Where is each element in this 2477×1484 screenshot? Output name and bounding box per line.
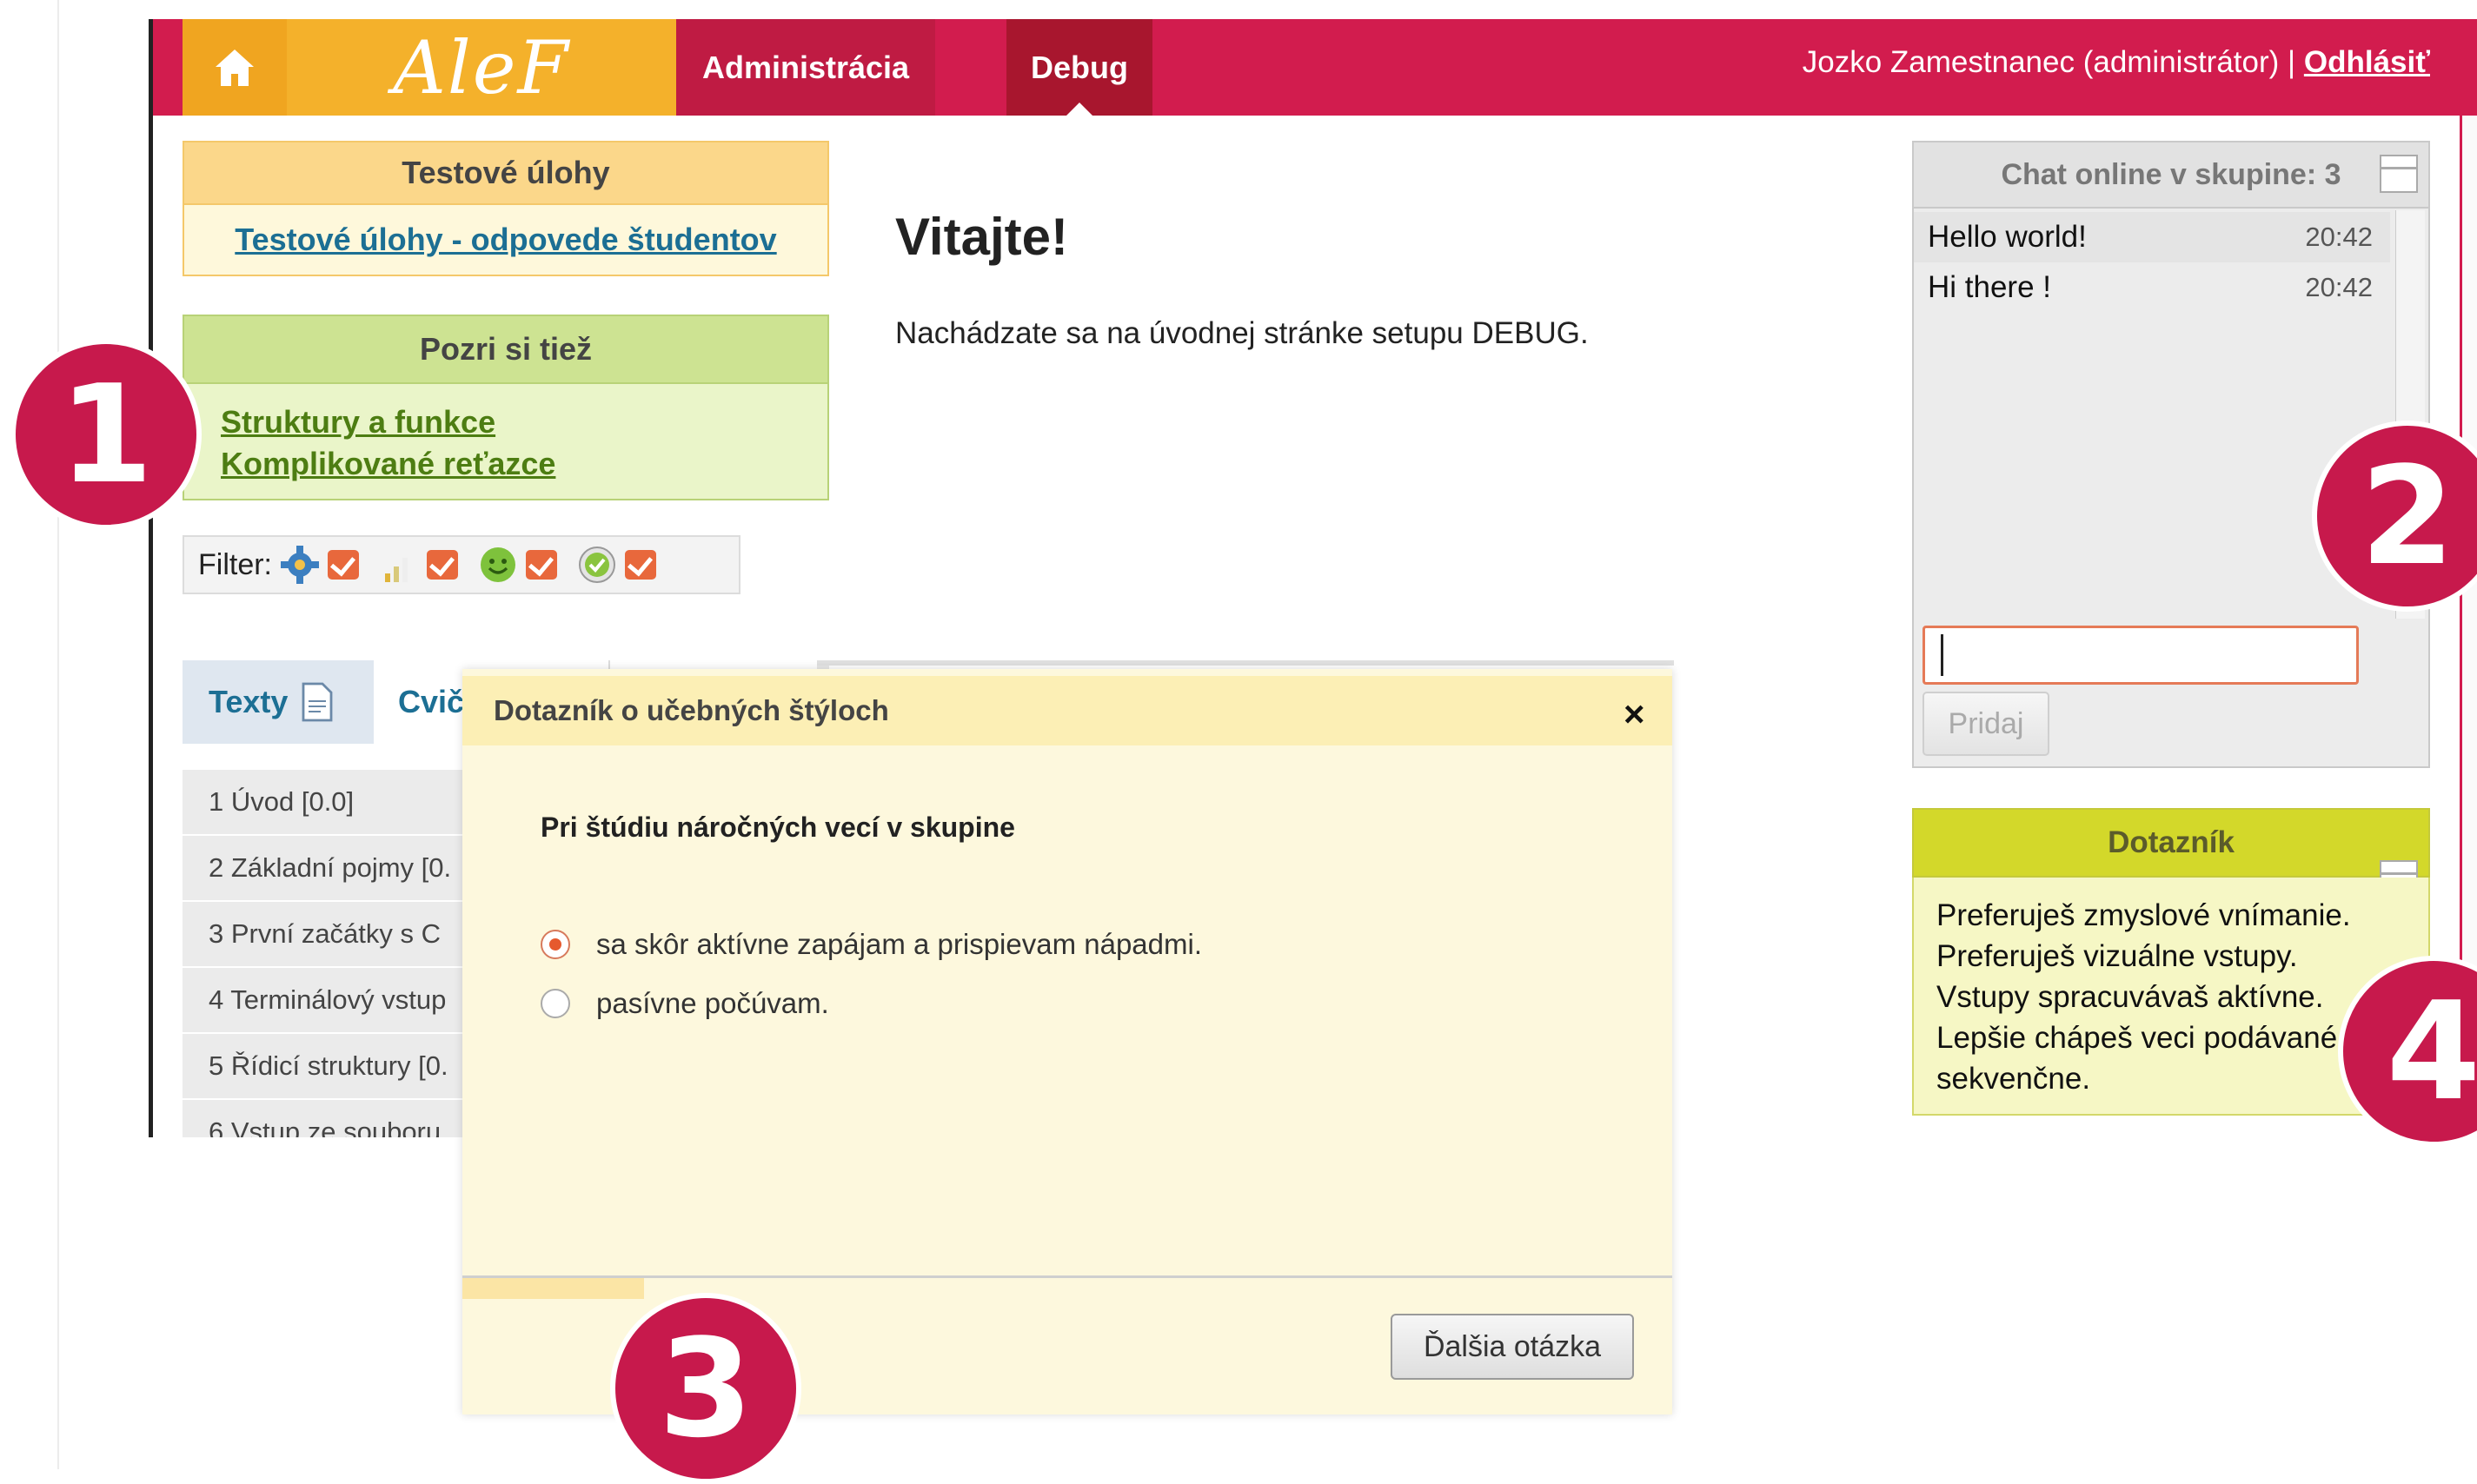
- radio-button-selected[interactable]: [541, 930, 570, 959]
- list-item[interactable]: 6 Vstup ze souboru: [183, 1098, 469, 1137]
- list-item[interactable]: 5 Řídicí struktury [0.: [183, 1032, 469, 1098]
- chat-message-time: 20:42: [2305, 222, 2373, 252]
- result-line: Preferuješ vizuálne vstupy.: [1936, 939, 2298, 973]
- text-caret: [1941, 634, 1943, 676]
- tab-texty-label: Texty: [209, 684, 289, 719]
- list-item[interactable]: 1 Úvod [0.0]: [183, 768, 469, 834]
- filter-checkbox-exercises[interactable]: [328, 550, 359, 580]
- questionnaire-panel-title-text: Dotazník: [2108, 825, 2235, 859]
- filter-checkbox-mood[interactable]: [526, 550, 557, 580]
- answer-label: pasívne počúvam.: [596, 987, 829, 1019]
- see-also-title: Pozri si tiež: [183, 315, 829, 384]
- chat-title-text: Chat online v skupine: 3: [2001, 157, 2341, 191]
- see-also-link-structures[interactable]: Struktury a funkce: [221, 401, 827, 443]
- chat-input[interactable]: [1922, 626, 2359, 685]
- next-question-button[interactable]: Ďalšia otázka: [1391, 1314, 1634, 1380]
- chat-title: Chat online v skupine: 3: [1912, 141, 2430, 209]
- filter-checkbox-difficulty[interactable]: [427, 550, 458, 580]
- filter-bar: Filter:: [183, 535, 740, 594]
- logo-link[interactable]: AleF: [287, 19, 676, 116]
- questionnaire-dialog: [462, 669, 1672, 1414]
- page-border: [57, 0, 59, 1469]
- filter-checkbox-done[interactable]: [625, 550, 656, 580]
- radio-button[interactable]: [541, 989, 570, 1018]
- logout-link[interactable]: Odhlásiť: [2304, 45, 2430, 79]
- list-item[interactable]: 3 První začátky s C: [183, 900, 469, 966]
- close-icon[interactable]: ×: [1624, 693, 1645, 735]
- user-name: Jozko Zamestnanec (administrátor) |: [1802, 45, 2296, 79]
- chat-send-button[interactable]: Pridaj: [1922, 692, 2049, 756]
- filter-label: Filter:: [198, 547, 272, 581]
- tasks-box: Testové úlohy - odpovede študentov: [183, 205, 829, 276]
- tasks-answers-link[interactable]: Testové úlohy - odpovede študentov: [235, 222, 776, 258]
- see-also-box: Struktury a funkce Komplikované reťazce: [183, 384, 829, 500]
- callout-badge-1: 1: [10, 339, 202, 530]
- list-item[interactable]: 4 Terminálový vstup: [183, 966, 469, 1032]
- gear-icon: [281, 546, 319, 584]
- questionnaire-progress-bar: [462, 1278, 644, 1299]
- nav-debug[interactable]: Debug: [1006, 19, 1152, 116]
- list-item[interactable]: 2 Základní pojmy [0.: [183, 834, 469, 900]
- chat-message: Hi there ! 20:42: [1914, 262, 2390, 313]
- result-line: Vstupy spracuvávaš aktívne.: [1936, 980, 2324, 1014]
- result-line: Preferuješ zmyslové vnímanie.: [1936, 898, 2351, 932]
- dialog-title: Dotazník o učebných štýloch: [462, 676, 1672, 745]
- document-icon: [302, 682, 333, 722]
- chat-message: Hello world! 20:42: [1914, 212, 2390, 262]
- app-logo: AleF: [393, 24, 570, 110]
- smiley-icon: [481, 547, 515, 582]
- welcome-text: Nachádzate sa na úvodnej stránke setupu …: [895, 316, 1589, 350]
- answer-option-active[interactable]: sa skôr aktívne zapájam a prispievam náp…: [541, 928, 1202, 961]
- home-button[interactable]: [183, 19, 287, 116]
- chat-message-text: Hello world!: [1928, 220, 2087, 254]
- answer-option-passive[interactable]: pasívne počúvam.: [541, 987, 829, 1020]
- page-border-dark: [149, 19, 153, 1137]
- question-text: Pri štúdiu náročných vecí v skupine: [541, 812, 1015, 843]
- tab-texty[interactable]: Texty: [183, 660, 374, 744]
- questionnaire-panel-title: Dotazník: [1912, 808, 2430, 878]
- chapter-list: 1 Úvod [0.0] 2 Základní pojmy [0. 3 Prvn…: [183, 768, 469, 1137]
- see-also-link-strings[interactable]: Komplikované reťazce: [221, 443, 827, 485]
- home-icon: [216, 49, 254, 86]
- minimize-icon[interactable]: [2380, 155, 2418, 193]
- page-title: Vitajte!: [895, 208, 1068, 266]
- active-nav-indicator: [1066, 103, 1093, 116]
- content-divider: [817, 660, 1674, 666]
- chat-message-time: 20:42: [2305, 272, 2373, 302]
- answer-label: sa skôr aktívne zapájam a prispievam náp…: [596, 928, 1202, 960]
- user-info: Jozko Zamestnanec (administrátor) | Odhl…: [1803, 45, 2430, 80]
- callout-badge-3: 3: [610, 1293, 801, 1484]
- difficulty-bars-icon: [385, 558, 408, 582]
- nav-administracia[interactable]: Administrácia: [676, 19, 935, 116]
- check-circle-icon: [579, 547, 615, 583]
- chat-message-text: Hi there !: [1928, 270, 2051, 304]
- tasks-box-title: Testové úlohy: [183, 141, 829, 205]
